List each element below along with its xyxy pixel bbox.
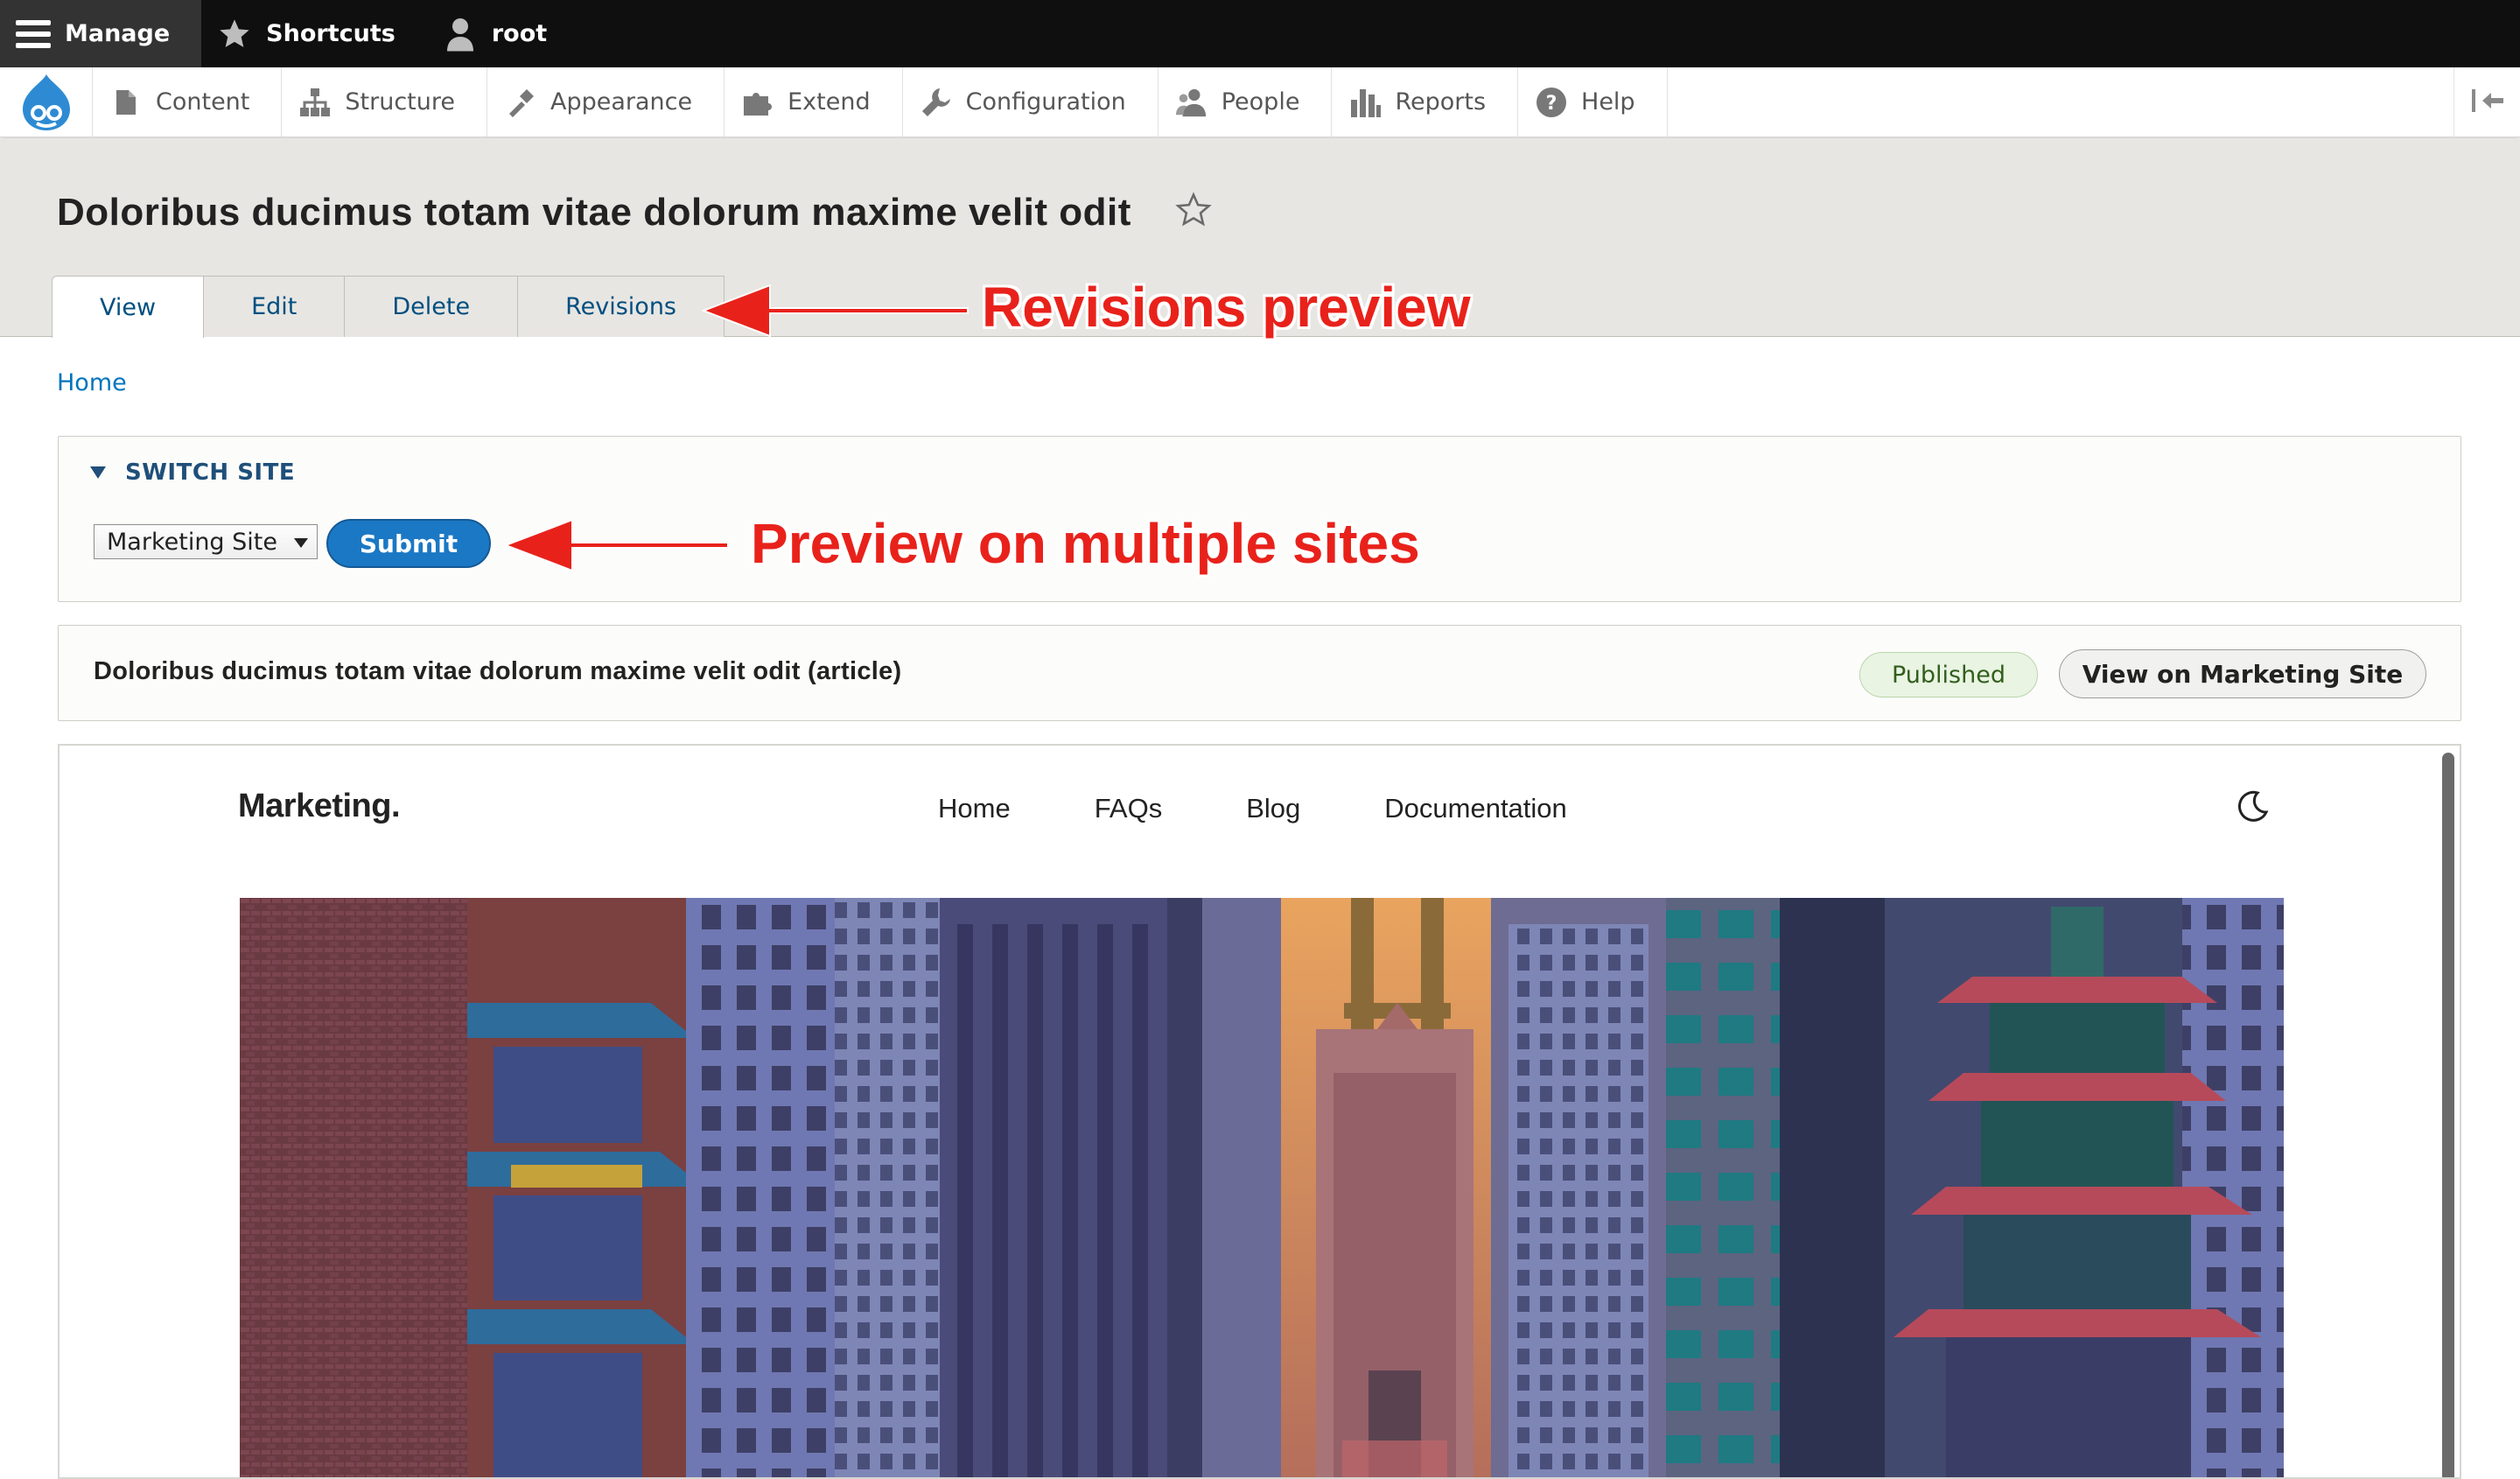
- star-icon: [215, 15, 254, 53]
- breadcrumb-home[interactable]: Home: [57, 369, 127, 396]
- switch-site-legend: SWITCH SITE: [125, 459, 296, 486]
- revisions-annotation: Revisions preview: [982, 276, 1471, 339]
- preview-scrollbar[interactable]: [2442, 753, 2454, 1477]
- site-nav-faqs[interactable]: FAQs: [1095, 793, 1163, 824]
- node-title: Doloribus ducimus totam vitae dolorum ma…: [94, 657, 902, 685]
- page-title: Doloribus ducimus totam vitae dolorum ma…: [57, 191, 1131, 234]
- admin-toolbar: Manage Shortcuts root: [0, 0, 2520, 67]
- svg-text:?: ?: [1546, 93, 1558, 115]
- status-badge: Published: [1859, 652, 2038, 697]
- hamburger-icon: [14, 15, 52, 53]
- admin-tray: Content Structure Appearance Extend Conf…: [0, 67, 2520, 137]
- bar-chart-icon: [1349, 87, 1382, 118]
- tray-item-label: Extend: [788, 88, 871, 116]
- tray-item-label: Configuration: [965, 88, 1126, 116]
- triangle-down-icon: [90, 466, 106, 479]
- site-nav-documentation[interactable]: Documentation: [1384, 793, 1567, 824]
- user-label: root: [491, 20, 548, 47]
- primary-tabs: View Edit Delete Revisions: [52, 276, 724, 338]
- shortcuts-button[interactable]: Shortcuts: [201, 0, 427, 67]
- tray-item-label: Reports: [1395, 88, 1487, 116]
- brush-icon: [505, 87, 536, 118]
- tab-revisions[interactable]: Revisions: [517, 276, 724, 337]
- tray-item-label: People: [1221, 88, 1300, 116]
- tray-item-configuration[interactable]: Configuration: [903, 67, 1158, 137]
- tray-orientation-toggle[interactable]: [2454, 67, 2520, 137]
- user-button[interactable]: root: [427, 0, 578, 67]
- site-select-value: Marketing Site: [107, 528, 277, 556]
- tab-delete[interactable]: Delete: [344, 276, 519, 337]
- manage-label: Manage: [65, 20, 171, 47]
- help-icon: ?: [1536, 87, 1567, 118]
- site-select[interactable]: Marketing Site: [94, 524, 318, 559]
- tray-item-help[interactable]: ? Help: [1518, 67, 1668, 137]
- tray-item-appearance[interactable]: Appearance: [487, 67, 725, 137]
- shortcut-star-icon[interactable]: [1174, 191, 1213, 229]
- manage-button[interactable]: Manage: [0, 0, 202, 67]
- site-nav-home[interactable]: Home: [938, 793, 1011, 824]
- drupal-logo-icon[interactable]: [0, 67, 93, 137]
- collapse-arrow-icon: [2470, 88, 2505, 117]
- moon-icon[interactable]: [2235, 789, 2270, 824]
- user-icon: [441, 15, 480, 53]
- sitemap-icon: [299, 87, 331, 118]
- puzzle-icon: [742, 87, 774, 118]
- submit-button[interactable]: Submit: [326, 519, 491, 568]
- tray-item-people[interactable]: People: [1158, 67, 1333, 137]
- tray-item-structure[interactable]: Structure: [282, 67, 487, 137]
- multisite-annotation: Preview on multiple sites: [751, 512, 1420, 575]
- site-nav-blog[interactable]: Blog: [1246, 793, 1300, 824]
- tray-item-reports[interactable]: Reports: [1332, 67, 1519, 137]
- tray-item-label: Appearance: [550, 88, 693, 116]
- wrench-icon: [920, 87, 952, 118]
- view-on-site-button[interactable]: View on Marketing Site: [2059, 649, 2426, 698]
- tab-view[interactable]: View: [52, 276, 205, 338]
- tray-item-extend[interactable]: Extend: [724, 67, 903, 137]
- tray-item-content[interactable]: Content: [93, 67, 283, 137]
- switch-site-toggle[interactable]: SWITCH SITE: [90, 459, 295, 486]
- revisions-arrow-icon: [701, 284, 969, 338]
- tray-item-label: Help: [1581, 88, 1635, 116]
- site-nav: Home FAQs Blog Documentation: [938, 793, 1651, 824]
- file-icon: [110, 87, 142, 118]
- tab-edit[interactable]: Edit: [203, 276, 346, 337]
- shortcuts-label: Shortcuts: [266, 20, 396, 47]
- site-brand[interactable]: Marketing.: [238, 788, 401, 825]
- node-info-bar: Doloribus ducimus totam vitae dolorum ma…: [58, 625, 2461, 721]
- tray-item-label: Structure: [345, 88, 455, 116]
- multisite-arrow-icon: [503, 518, 729, 572]
- tray-item-label: Content: [156, 88, 250, 116]
- people-icon: [1175, 87, 1208, 118]
- site-preview-frame[interactable]: Marketing. Home FAQs Blog Documentation: [58, 744, 2461, 1479]
- caret-down-icon: [294, 538, 308, 548]
- hero-image: [240, 898, 2284, 1477]
